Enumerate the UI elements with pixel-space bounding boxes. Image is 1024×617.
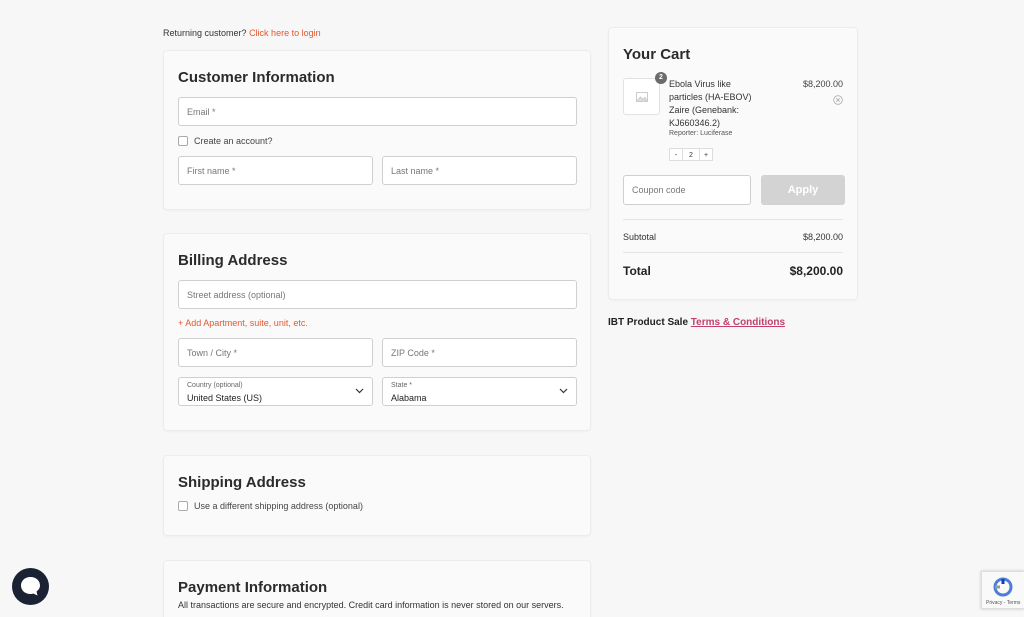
town-city-field[interactable]: Town / City *: [178, 338, 373, 367]
first-name-placeholder: First name *: [187, 165, 236, 176]
create-account-label: Create an account?: [194, 136, 273, 146]
divider: [623, 219, 843, 220]
customer-information-title: Customer Information: [178, 69, 335, 86]
chat-bubble-icon: [21, 577, 40, 596]
checkbox-box[interactable]: [178, 501, 188, 511]
increase-quantity-button[interactable]: +: [699, 148, 713, 161]
customer-information-section: Customer Information Email * Create an a…: [163, 50, 591, 210]
country-select-value: United States (US): [187, 393, 263, 403]
street-address-field[interactable]: Street address (optional): [178, 280, 577, 309]
total-label: Total: [623, 264, 651, 278]
subtotal-label: Subtotal: [623, 232, 657, 242]
checkbox-box[interactable]: [178, 136, 188, 146]
last-name-placeholder: Last name *: [391, 165, 440, 176]
terms-prefix: IBT Product Sale: [608, 317, 689, 328]
divider: [623, 252, 843, 253]
recaptcha-text[interactable]: Privacy - Terms: [986, 600, 1020, 606]
product-reporter: Reporter: Luciferase: [669, 130, 732, 137]
last-name-field[interactable]: Last name *: [382, 156, 577, 185]
recaptcha-logo-icon: [993, 577, 1013, 597]
image-placeholder-icon: [636, 92, 648, 102]
payment-information-title: Payment Information: [178, 579, 328, 596]
create-account-checkbox[interactable]: Create an account?: [178, 136, 273, 146]
returning-customer-text: Returning customer?: [163, 28, 247, 38]
returning-customer-notice: Returning customer? Click here to login: [163, 28, 321, 38]
subtotal-value: $8,200.00: [802, 232, 843, 242]
billing-address-section: Billing Address Street address (optional…: [163, 233, 591, 431]
email-field[interactable]: Email *: [178, 97, 577, 126]
chat-widget-button[interactable]: [12, 568, 49, 605]
town-city-placeholder: Town / City *: [187, 347, 238, 358]
country-select[interactable]: Country (optional) United States (US): [178, 377, 373, 406]
state-select-label: State *: [391, 382, 413, 389]
total-row: Total $8,200.00: [623, 264, 843, 278]
quantity-badge: 2: [655, 72, 667, 84]
cart-panel: Your Cart 2 Ebola Virus like particles (…: [608, 27, 858, 300]
payment-note: All transactions are secure and encrypte…: [178, 600, 564, 610]
subtotal-row: Subtotal $8,200.00: [623, 232, 843, 242]
state-select-value: Alabama: [391, 393, 427, 403]
recaptcha-badge[interactable]: Privacy - Terms: [981, 571, 1024, 609]
street-address-placeholder: Street address (optional): [187, 289, 286, 300]
country-select-label: Country (optional): [187, 382, 243, 389]
chevron-down-icon: [355, 388, 364, 394]
zip-code-field[interactable]: ZIP Code *: [382, 338, 577, 367]
reporter-label: Reporter:: [669, 130, 699, 137]
product-name: Ebola Virus like particles (HA-EBOV) Zai…: [669, 79, 752, 128]
email-placeholder: Email *: [187, 106, 216, 117]
zip-code-placeholder: ZIP Code *: [391, 347, 435, 358]
login-link[interactable]: Click here to login: [249, 28, 321, 38]
decrease-quantity-button[interactable]: -: [669, 148, 683, 161]
product-thumbnail: [623, 78, 660, 115]
product-price: $8,200.00: [802, 79, 843, 89]
terms-conditions-link[interactable]: Terms & Conditions: [691, 317, 785, 328]
different-shipping-label: Use a different shipping address (option…: [194, 501, 363, 511]
shipping-address-title: Shipping Address: [178, 474, 306, 491]
billing-address-title: Billing Address: [178, 252, 288, 269]
quantity-stepper[interactable]: - 2 +: [669, 148, 713, 161]
coupon-code-placeholder: Coupon code: [632, 185, 686, 195]
state-select[interactable]: State * Alabama: [382, 377, 577, 406]
cart-title: Your Cart: [623, 46, 691, 63]
different-shipping-checkbox[interactable]: Use a different shipping address (option…: [178, 501, 363, 511]
payment-information-section: Payment Information All transactions are…: [163, 560, 591, 617]
quantity-value[interactable]: 2: [683, 148, 699, 161]
add-apartment-link[interactable]: + Add Apartment, suite, unit, etc.: [178, 318, 308, 328]
coupon-code-field[interactable]: Coupon code: [623, 175, 751, 205]
chevron-down-icon: [559, 388, 568, 394]
apply-coupon-button[interactable]: Apply: [761, 175, 845, 205]
circle-x-icon[interactable]: [833, 95, 843, 105]
total-value: $8,200.00: [789, 264, 843, 278]
shipping-address-section: Shipping Address Use a different shippin…: [163, 455, 591, 536]
first-name-field[interactable]: First name *: [178, 156, 373, 185]
terms-notice: IBT Product Sale Terms & Conditions: [608, 317, 785, 328]
reporter-value: Luciferase: [700, 130, 733, 137]
